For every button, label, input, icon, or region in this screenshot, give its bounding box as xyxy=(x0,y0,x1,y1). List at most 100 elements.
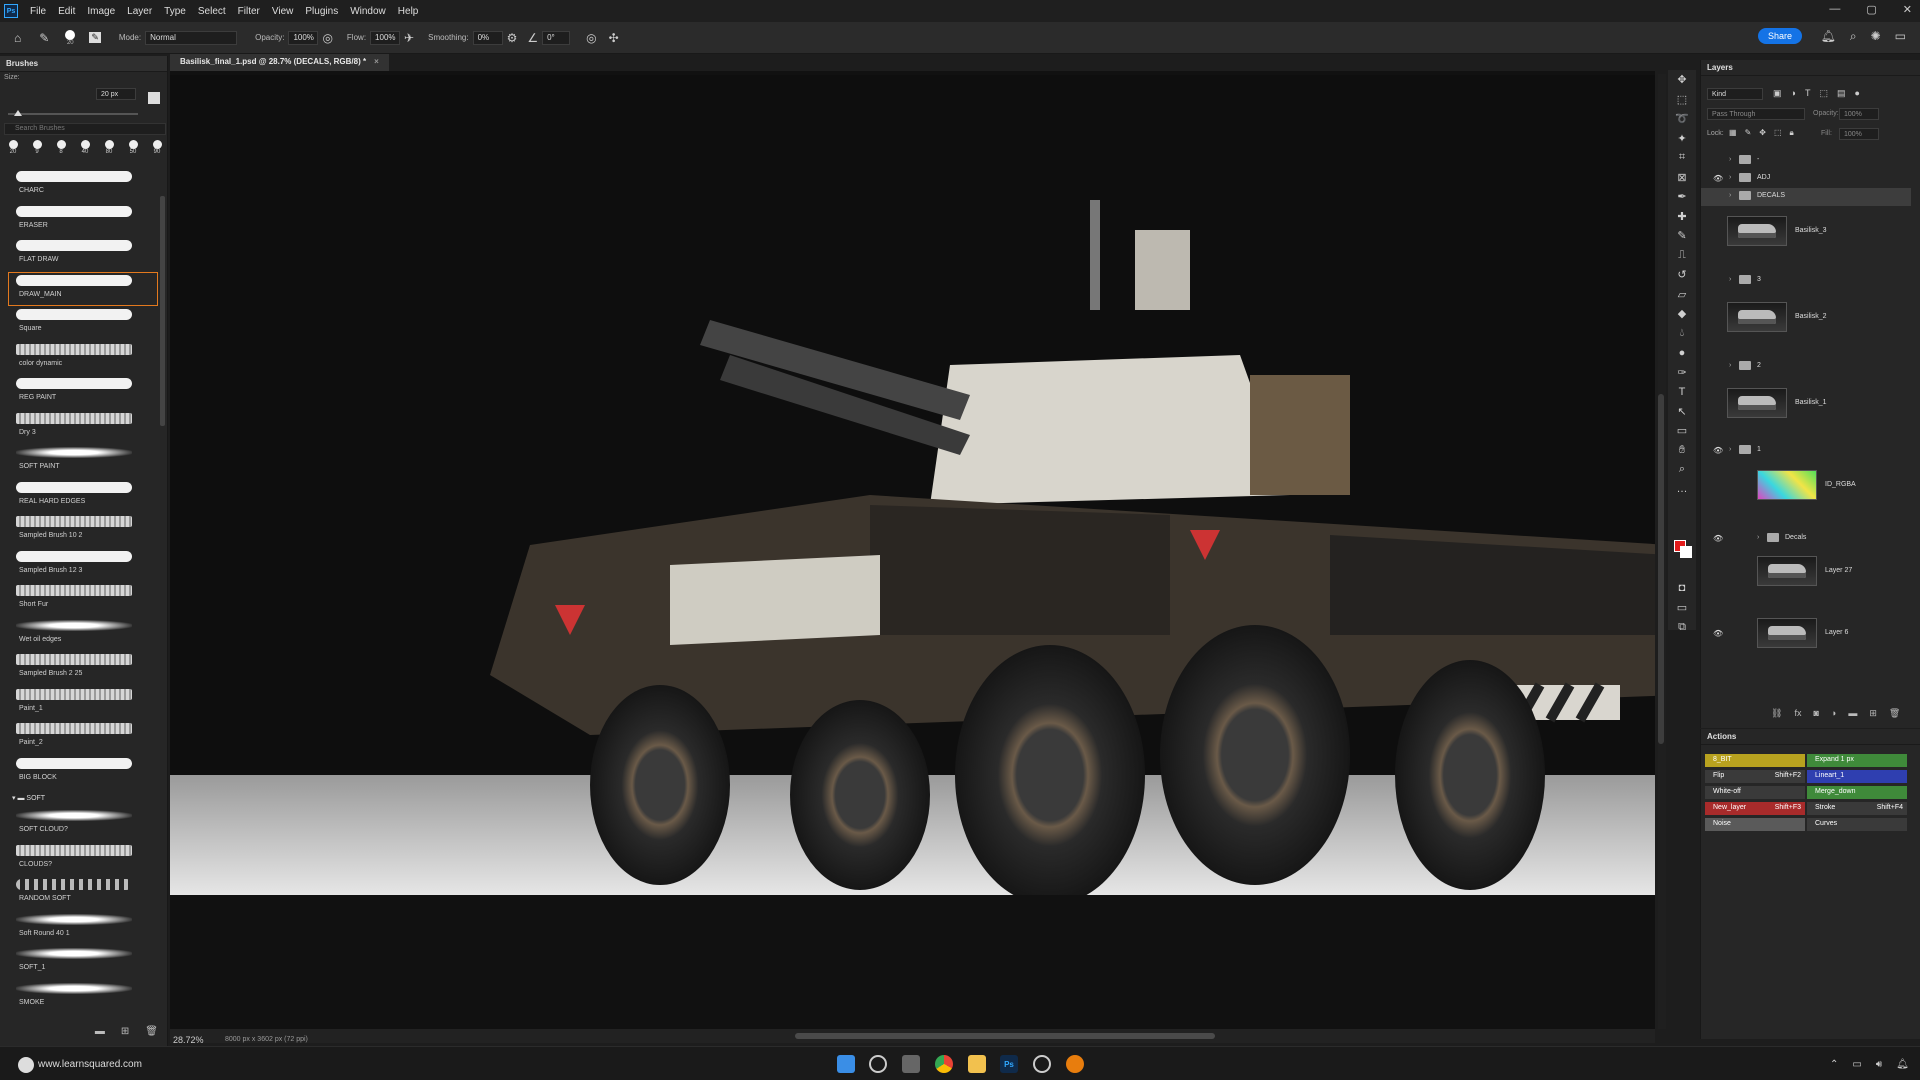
search-icon[interactable]: ⌕ xyxy=(1850,29,1857,44)
recent-brush[interactable]: 20 xyxy=(6,140,20,155)
brush-item[interactable]: Dry 3 xyxy=(8,410,158,445)
action-button[interactable]: Expand 1 px xyxy=(1807,754,1907,767)
expand-chevron-icon[interactable]: › xyxy=(1729,192,1731,199)
minimize-button[interactable]: — xyxy=(1829,3,1840,16)
brush-tool-icon[interactable]: ✎ xyxy=(39,31,49,45)
smoothing-field[interactable]: 0% xyxy=(472,30,503,45)
action-button[interactable]: Stroke Shift+F4 xyxy=(1807,802,1907,815)
mode-select[interactable]: Normal xyxy=(145,30,238,45)
brush-item[interactable]: RANDOM SOFT xyxy=(8,876,158,911)
size-slider[interactable] xyxy=(8,110,138,116)
artboard-icon[interactable]: ⧉ xyxy=(1668,618,1696,638)
canvas-artwork-image[interactable] xyxy=(170,75,1655,895)
recent-brush[interactable]: 8 xyxy=(54,140,68,155)
brush-item[interactable]: Short Fur xyxy=(8,582,158,617)
menu-plugins[interactable]: Plugins xyxy=(299,6,344,17)
mask-icon[interactable]: ◙ xyxy=(1813,708,1818,719)
marquee-tool-icon[interactable]: ⬚ xyxy=(1668,90,1696,110)
layer-row[interactable]: Basilisk_3 xyxy=(1701,214,1911,248)
recent-brush[interactable]: 40 xyxy=(78,140,92,155)
brush-item[interactable]: SOFT PAINT xyxy=(8,444,158,479)
dodge-tool-icon[interactable]: ● xyxy=(1668,343,1696,363)
lasso-tool-icon[interactable]: ➰ xyxy=(1668,109,1696,129)
lock-pixels-icon[interactable]: ✎ xyxy=(1745,128,1752,138)
brush-list-scrollbar[interactable] xyxy=(160,196,165,426)
brush-folder-soft[interactable]: ▾ ▬ SOFT xyxy=(8,789,158,807)
maximize-button[interactable]: ▢ xyxy=(1866,3,1876,16)
screen-mode-icon[interactable]: ▭ xyxy=(1668,598,1696,618)
size-slider-handle[interactable] xyxy=(14,110,22,116)
brush-item[interactable]: SOFT_1 xyxy=(8,945,158,980)
expand-chevron-icon[interactable]: › xyxy=(1729,276,1731,283)
paint-bucket-icon[interactable]: ◆ xyxy=(1668,304,1696,324)
action-button[interactable]: Lineart_1 xyxy=(1807,770,1907,783)
scroll-thumb[interactable] xyxy=(795,1033,1215,1039)
brush-item[interactable]: DRAW_MAIN xyxy=(8,271,158,306)
new-brush-icon[interactable] xyxy=(148,92,160,104)
windows-start-icon[interactable] xyxy=(837,1055,855,1073)
brush-item[interactable]: REG PAINT xyxy=(8,375,158,410)
filter-toggle-icon[interactable]: ● xyxy=(1854,88,1859,99)
expand-chevron-icon[interactable]: › xyxy=(1757,534,1759,541)
quick-mask-icon[interactable]: ◘ xyxy=(1668,578,1696,598)
menu-help[interactable]: Help xyxy=(392,6,425,17)
layer-filter-kind[interactable]: Kind xyxy=(1707,88,1763,100)
magic-wand-icon[interactable]: ✦ xyxy=(1668,129,1696,149)
pixel-filter-icon[interactable]: ▣ xyxy=(1773,88,1782,99)
action-button[interactable]: Noise xyxy=(1705,818,1805,831)
brush-item[interactable]: SMOKE xyxy=(8,980,158,1015)
layer-row[interactable]: 👁︎ Layer 6 xyxy=(1701,616,1911,650)
layer-row[interactable]: › DECALS xyxy=(1701,188,1911,206)
lock-artboard-icon[interactable]: ⬚ xyxy=(1774,128,1782,138)
photoshop-logo-icon[interactable]: Ps xyxy=(4,4,18,18)
action-button[interactable]: 8_BIT xyxy=(1705,754,1805,767)
pressure-size-icon[interactable]: ◎ xyxy=(586,31,596,45)
fx-icon[interactable]: fx xyxy=(1794,708,1801,719)
brush-item[interactable]: BIG BLOCK xyxy=(8,755,158,790)
folder-icon[interactable]: ▬ xyxy=(95,1026,105,1037)
brush-item[interactable]: CHARC xyxy=(8,168,158,203)
blur-tool-icon[interactable]: 💧︎ xyxy=(1668,324,1696,344)
visibility-eye-icon[interactable]: 👁︎ xyxy=(1713,629,1723,638)
layer-row[interactable]: › - xyxy=(1701,152,1911,170)
opacity-field[interactable]: 100% xyxy=(288,30,319,45)
visibility-eye-icon[interactable]: 👁︎ xyxy=(1713,174,1723,183)
brush-item[interactable]: Sampled Brush 12 3 xyxy=(8,548,158,583)
layer-row[interactable]: Layer 27 xyxy=(1701,554,1911,588)
expand-chevron-icon[interactable]: › xyxy=(1729,446,1731,453)
brush-item[interactable]: Square xyxy=(8,306,158,341)
flow-field[interactable]: 100% xyxy=(370,30,401,45)
menu-window[interactable]: Window xyxy=(344,6,392,17)
brush-item[interactable]: ERASER xyxy=(8,203,158,238)
bell-icon[interactable]: 🔔︎ xyxy=(1821,29,1836,44)
brush-item[interactable]: Wet oil edges xyxy=(8,617,158,652)
brush-item[interactable]: color dynamic xyxy=(8,341,158,376)
recent-brush[interactable]: 9 xyxy=(30,140,44,155)
brush-item[interactable]: SOFT CLOUD? xyxy=(8,807,158,842)
new-layer-icon[interactable]: ⊞ xyxy=(1869,708,1877,719)
action-button[interactable]: Flip Shift+F2 xyxy=(1705,770,1805,783)
brush-item[interactable]: Sampled Brush 2 25 xyxy=(8,651,158,686)
blend-mode-select[interactable]: Pass Through xyxy=(1707,108,1805,120)
smart-object-filter-icon[interactable]: ▤ xyxy=(1837,88,1846,99)
shape-filter-icon[interactable]: ⬚ xyxy=(1819,88,1828,99)
workspace-icon[interactable]: ▭ xyxy=(1895,29,1906,44)
history-brush-icon[interactable]: ↺ xyxy=(1668,265,1696,285)
lock-all-icon[interactable]: 🔒︎ xyxy=(1790,128,1794,138)
layer-row[interactable]: › 2 xyxy=(1701,358,1911,376)
brush-search-input[interactable]: Search Brushes xyxy=(4,123,166,135)
layer-row[interactable]: 👁︎ › 1 xyxy=(1701,442,1911,460)
hand-tool-icon[interactable]: ✋︎ xyxy=(1668,441,1696,461)
more-tools-icon[interactable]: … xyxy=(1668,480,1696,500)
action-button[interactable]: New_layer Shift+F3 xyxy=(1705,802,1805,815)
brush-tool-icon[interactable]: ✎ xyxy=(1668,226,1696,246)
layer-row[interactable]: Basilisk_1 xyxy=(1701,386,1911,420)
recent-brush[interactable]: 80 xyxy=(102,140,116,155)
expand-chevron-icon[interactable]: › xyxy=(1729,174,1731,181)
menu-view[interactable]: View xyxy=(266,6,300,17)
brush-settings-icon[interactable]: ✎ xyxy=(89,32,101,43)
zoom-tool-icon[interactable]: ⌕ xyxy=(1668,460,1696,480)
fill-field[interactable]: 100% xyxy=(1839,128,1879,140)
lock-position-icon[interactable]: ✥ xyxy=(1759,128,1766,138)
brush-item[interactable]: Sampled Brush 10 2 xyxy=(8,513,158,548)
